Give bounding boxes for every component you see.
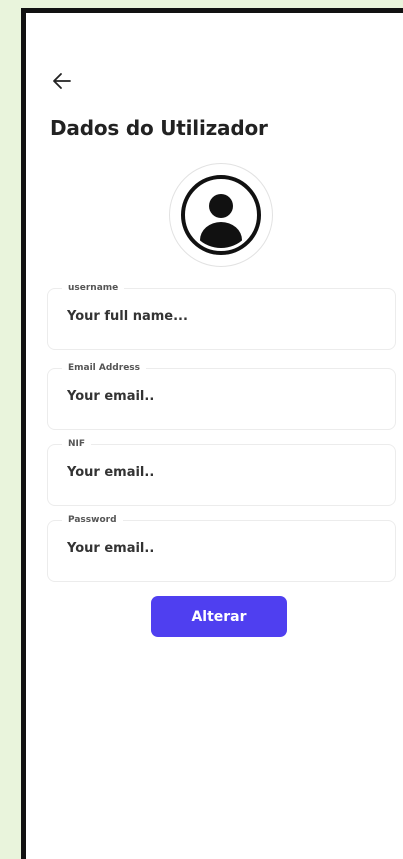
back-arrow-icon[interactable] — [50, 69, 74, 93]
arrow-left-icon — [53, 73, 71, 89]
page-title: Dados do Utilizador — [50, 116, 268, 140]
avatar[interactable] — [169, 163, 273, 267]
username-field[interactable]: username — [47, 281, 396, 350]
password-field[interactable]: Password — [47, 513, 396, 582]
nif-field[interactable]: NIF — [47, 437, 396, 506]
password-input[interactable] — [67, 541, 377, 556]
nif-label: NIF — [62, 437, 92, 451]
password-label: Password — [62, 513, 123, 527]
alterar-button[interactable]: Alterar — [151, 596, 287, 637]
email-field[interactable]: Email Address — [47, 361, 396, 430]
app-screen: Dados do Utilizador username Email Addre… — [26, 13, 403, 859]
email-input[interactable] — [67, 389, 377, 404]
email-label: Email Address — [62, 361, 147, 375]
nif-input[interactable] — [67, 465, 377, 480]
user-icon — [181, 175, 261, 255]
username-input[interactable] — [67, 309, 377, 324]
username-label: username — [62, 281, 125, 295]
